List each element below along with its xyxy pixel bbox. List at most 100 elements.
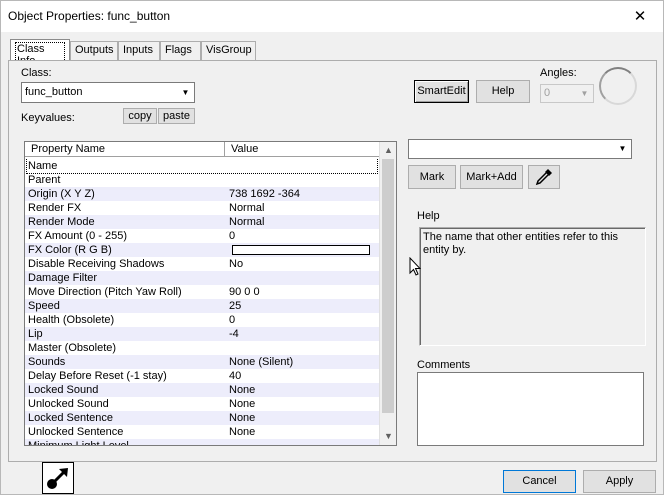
comments-textarea[interactable] [417, 372, 644, 446]
angle-dial[interactable] [599, 67, 637, 105]
angles-value: 0 [544, 87, 551, 99]
property-value: None [229, 412, 256, 424]
property-value: 0 [229, 314, 236, 326]
object-properties-window: Object Properties: func_button ✕ Class I… [0, 0, 664, 495]
property-name: Lip [28, 328, 43, 340]
paste-button[interactable]: paste [158, 108, 195, 124]
table-row[interactable]: Minimum Light Level [25, 439, 379, 445]
property-value: None [229, 426, 256, 438]
class-label: Class: [21, 67, 52, 79]
property-name: Parent [28, 174, 61, 186]
property-name: Disable Receiving Shadows [28, 258, 165, 270]
tab-inputs[interactable]: Inputs [118, 41, 160, 60]
color-swatch[interactable] [232, 245, 370, 255]
eyedropper-button[interactable] [528, 165, 560, 189]
property-name: Unlocked Sentence [28, 426, 124, 438]
column-header-property-name[interactable]: Property Name [25, 142, 225, 157]
table-row[interactable]: Master (Obsolete) [25, 341, 379, 355]
scroll-down-icon[interactable]: ▼ [380, 428, 396, 445]
table-row[interactable]: Locked Sentence None [25, 411, 379, 425]
column-header-value[interactable]: Value [225, 142, 379, 157]
comments-label: Comments [417, 359, 471, 371]
tab-flags[interactable]: Flags [160, 41, 201, 60]
mark-button[interactable]: Mark [408, 165, 456, 189]
property-name: Locked Sound [28, 384, 99, 396]
tab-inputs-label: Inputs [123, 44, 153, 56]
chevron-down-icon[interactable]: ▼ [178, 84, 193, 101]
picker-tool-button[interactable] [42, 462, 74, 494]
angles-dropdown[interactable]: 0 ▼ [540, 84, 594, 103]
table-row[interactable]: Lip -4 [25, 327, 379, 341]
property-value: None [229, 384, 256, 396]
property-value: 25 [229, 300, 242, 312]
cancel-button[interactable]: Cancel [503, 470, 576, 493]
table-row[interactable]: FX Amount (0 - 255) 0 [25, 229, 379, 243]
class-value: func_button [25, 86, 83, 98]
class-dropdown[interactable]: func_button ▼ [21, 82, 195, 103]
property-name: Speed [28, 300, 60, 312]
window-title: Object Properties: func_button [8, 9, 171, 23]
apply-button[interactable]: Apply [583, 470, 656, 493]
help-text: The name that other entities refer to th… [423, 231, 619, 256]
property-name: Master (Obsolete) [28, 342, 117, 354]
value-dropdown[interactable]: ▼ [408, 139, 632, 159]
property-value: 90 0 0 [229, 286, 260, 298]
table-row[interactable]: Locked Sound None [25, 383, 379, 397]
mark-add-button[interactable]: Mark+Add [460, 165, 523, 189]
property-name: Minimum Light Level [28, 439, 129, 445]
property-value: 40 [229, 370, 242, 382]
scroll-thumb[interactable] [382, 159, 394, 413]
close-icon[interactable]: ✕ [617, 1, 663, 32]
tab-visgroup-label: VisGroup [206, 44, 252, 56]
table-row[interactable]: Parent [25, 173, 379, 187]
property-name: Origin (X Y Z) [28, 188, 95, 200]
tab-outputs-label: Outputs [75, 44, 114, 56]
grid-scrollbar[interactable]: ▲ ▼ [379, 142, 396, 445]
copy-button[interactable]: copy [123, 108, 157, 124]
grid-header: Property Name Value [25, 142, 379, 157]
property-name: Sounds [28, 356, 66, 368]
scroll-up-icon[interactable]: ▲ [380, 142, 396, 159]
table-row[interactable]: Damage Filter [25, 271, 379, 285]
property-value: 738 1692 -364 [229, 188, 300, 200]
tab-flags-label: Flags [165, 44, 192, 56]
property-name: Health (Obsolete) [28, 314, 115, 326]
keyvalues-grid[interactable]: Property Name Value Name Parent Origin (X … [24, 141, 397, 446]
keyvalues-label: Keyvalues: [21, 112, 75, 124]
property-value: Normal [229, 202, 265, 214]
help-button[interactable]: Help [476, 80, 530, 103]
property-name: Render Mode [28, 216, 95, 228]
table-row[interactable]: Unlocked Sound None [25, 397, 379, 411]
tab-outputs[interactable]: Outputs [70, 41, 118, 60]
property-value: Normal [229, 216, 265, 228]
table-row[interactable]: Delay Before Reset (-1 stay) 40 [25, 369, 379, 383]
table-row[interactable]: Speed 25 [25, 299, 379, 313]
mouse-cursor-icon [409, 257, 421, 276]
property-name: Locked Sentence [28, 412, 114, 424]
property-name: Move Direction (Pitch Yaw Roll) [28, 286, 182, 298]
table-row[interactable]: Unlocked Sentence None [25, 425, 379, 439]
table-row[interactable]: Disable Receiving Shadows No [25, 257, 379, 271]
chevron-down-icon[interactable]: ▼ [615, 141, 630, 157]
property-name: FX Amount (0 - 255) [28, 230, 128, 242]
help-text-box: The name that other entities refer to th… [419, 227, 646, 346]
table-row[interactable]: Render Mode Normal [25, 215, 379, 229]
smartedit-button[interactable]: SmartEdit [414, 80, 469, 103]
property-name: Render FX [28, 202, 82, 214]
property-name: Delay Before Reset (-1 stay) [28, 370, 167, 382]
table-row[interactable]: Name [25, 159, 379, 174]
table-row[interactable]: Move Direction (Pitch Yaw Roll) 90 0 0 [25, 285, 379, 299]
tab-class-info[interactable]: Class Info [10, 39, 70, 68]
eyedropper-icon [535, 169, 552, 186]
table-row[interactable]: Sounds None (Silent) [25, 355, 379, 369]
chevron-down-icon[interactable]: ▼ [577, 86, 592, 101]
property-name: Unlocked Sound [28, 398, 109, 410]
table-row[interactable]: Health (Obsolete) 0 [25, 313, 379, 327]
table-row[interactable]: FX Color (R G B) [25, 243, 379, 257]
property-value: None (Silent) [229, 356, 294, 368]
title-bar[interactable]: Object Properties: func_button ✕ [1, 1, 663, 32]
tab-visgroup[interactable]: VisGroup [201, 41, 256, 60]
table-row[interactable]: Render FX Normal [25, 201, 379, 215]
table-row[interactable]: Origin (X Y Z) 738 1692 -364 [25, 187, 379, 201]
grid-body: Name Parent Origin (X Y Z) 738 1692 -364 Ren… [25, 159, 379, 445]
